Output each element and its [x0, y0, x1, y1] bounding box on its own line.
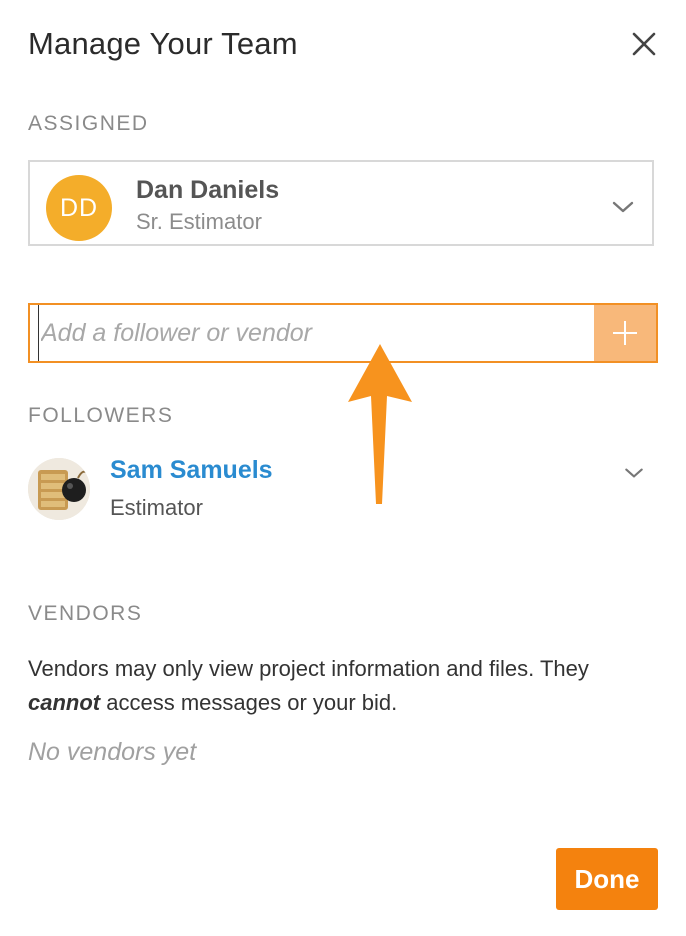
plus-icon	[613, 321, 637, 345]
avatar: DD	[46, 175, 112, 241]
dialog-title: Manage Your Team	[28, 26, 298, 61]
followers-section-label: FOLLOWERS	[28, 404, 174, 427]
bomb-icon	[28, 458, 90, 520]
follower-role: Estimator	[110, 495, 203, 520]
assignee-name: Dan Daniels	[136, 176, 280, 204]
avatar	[28, 458, 90, 520]
vendors-description: Vendors may only view project informatio…	[28, 652, 668, 720]
assignee-selector[interactable]: DD Dan Daniels Sr. Estimator	[28, 160, 654, 246]
assignee-role: Sr. Estimator	[136, 209, 262, 234]
add-follower-input[interactable]	[38, 305, 591, 361]
arrow-up-icon	[348, 344, 412, 504]
follower-name[interactable]: Sam Samuels	[110, 456, 273, 485]
chevron-down-icon[interactable]	[624, 467, 644, 479]
chevron-down-icon[interactable]	[612, 200, 634, 214]
close-icon	[632, 32, 656, 56]
vendors-description-emphasis: cannot	[28, 690, 101, 715]
vendors-description-text-end: access messages or your bid.	[106, 690, 398, 715]
done-button[interactable]: Done	[556, 848, 658, 910]
vendors-empty-text: No vendors yet	[28, 738, 197, 766]
vendors-section-label: VENDORS	[28, 602, 143, 625]
vendors-description-text: Vendors may only view project informatio…	[28, 656, 589, 681]
close-button[interactable]	[630, 30, 658, 58]
assigned-section-label: ASSIGNED	[28, 112, 149, 135]
add-follower-button[interactable]	[594, 305, 656, 361]
